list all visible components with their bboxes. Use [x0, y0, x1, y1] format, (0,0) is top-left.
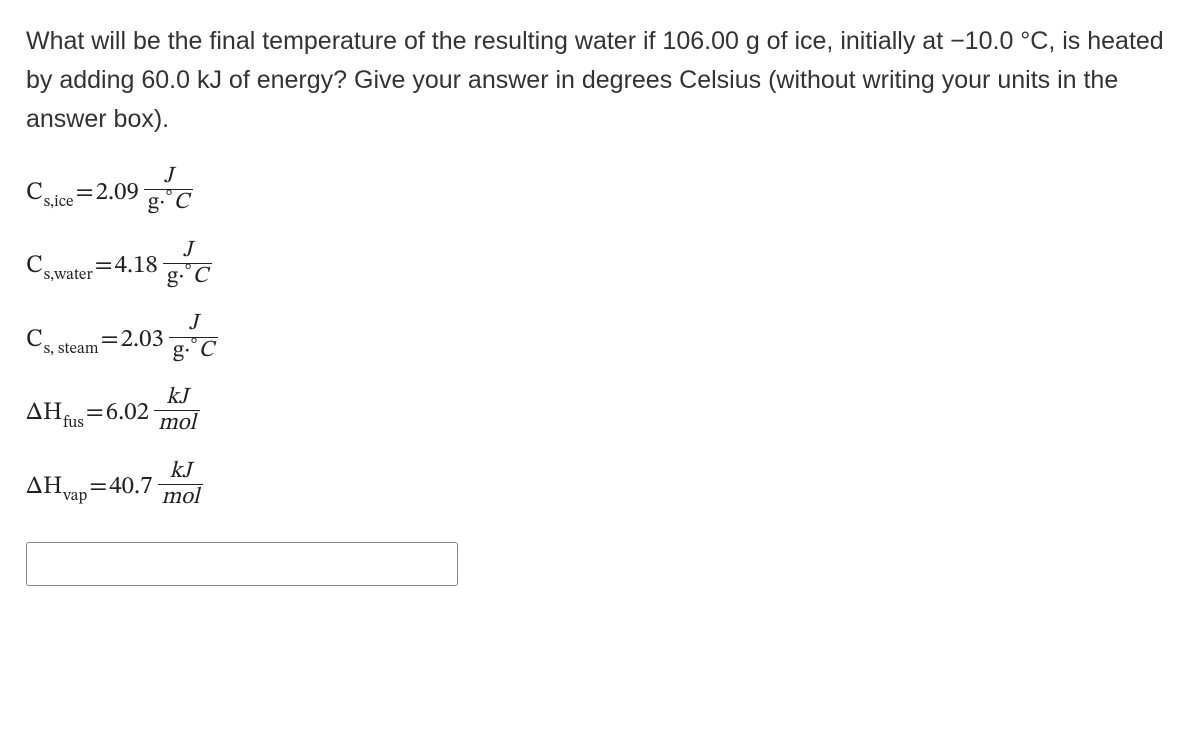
constant-cs-steam: C s, steam = 2.03 J g·°C [26, 313, 1178, 365]
unit-numerator: J [160, 165, 177, 189]
unit-numerator: kJ [162, 386, 192, 410]
equals: = [89, 471, 107, 502]
symbol-sub: s,ice [44, 192, 74, 212]
constant-dh-vap: ΔH vap = 40.7 kJ mol [26, 461, 1178, 513]
unit-denominator: g·°C [144, 189, 193, 216]
unit-fraction: kJ mol [158, 460, 204, 512]
symbol-sub: s, steam [44, 339, 99, 359]
symbol-main: ΔH [26, 471, 62, 502]
symbol-main: C [26, 250, 43, 281]
symbol-sub: s,water [44, 265, 93, 285]
constant-dh-fus: ΔH fus = 6.02 kJ mol [26, 387, 1178, 439]
unit-numerator: kJ [166, 460, 196, 484]
equals: = [101, 324, 119, 355]
question-text: What will be the final temperature of th… [26, 22, 1178, 138]
unit-denominator: g·°C [169, 337, 218, 364]
equals: = [95, 250, 113, 281]
value: 2.09 [96, 177, 139, 208]
answer-input[interactable] [26, 542, 458, 586]
unit-denominator: mol [158, 484, 204, 511]
equals: = [76, 177, 94, 208]
unit-numerator: J [179, 239, 196, 263]
value: 40.7 [109, 471, 152, 502]
symbol-main: C [26, 324, 43, 355]
unit-fraction: J g·°C [169, 312, 218, 364]
constants-list: C s,ice = 2.09 J g·°C C s,water = 4.18 J… [26, 166, 1178, 512]
unit-fraction: J g·°C [163, 239, 212, 291]
symbol-main: C [26, 177, 43, 208]
unit-numerator: J [185, 312, 202, 336]
equals: = [86, 397, 104, 428]
value: 4.18 [115, 250, 158, 281]
constant-cs-ice: C s,ice = 2.09 J g·°C [26, 166, 1178, 218]
unit-denominator: g·°C [163, 263, 212, 290]
unit-fraction: kJ mol [154, 386, 200, 438]
value: 2.03 [121, 324, 164, 355]
unit-fraction: J g·°C [144, 165, 193, 217]
constant-cs-water: C s,water = 4.18 J g·°C [26, 240, 1178, 292]
symbol-main: ΔH [26, 397, 62, 428]
symbol-sub: fus [63, 413, 84, 433]
symbol-sub: vap [63, 486, 87, 506]
unit-denominator: mol [154, 410, 200, 437]
value: 6.02 [106, 397, 149, 428]
